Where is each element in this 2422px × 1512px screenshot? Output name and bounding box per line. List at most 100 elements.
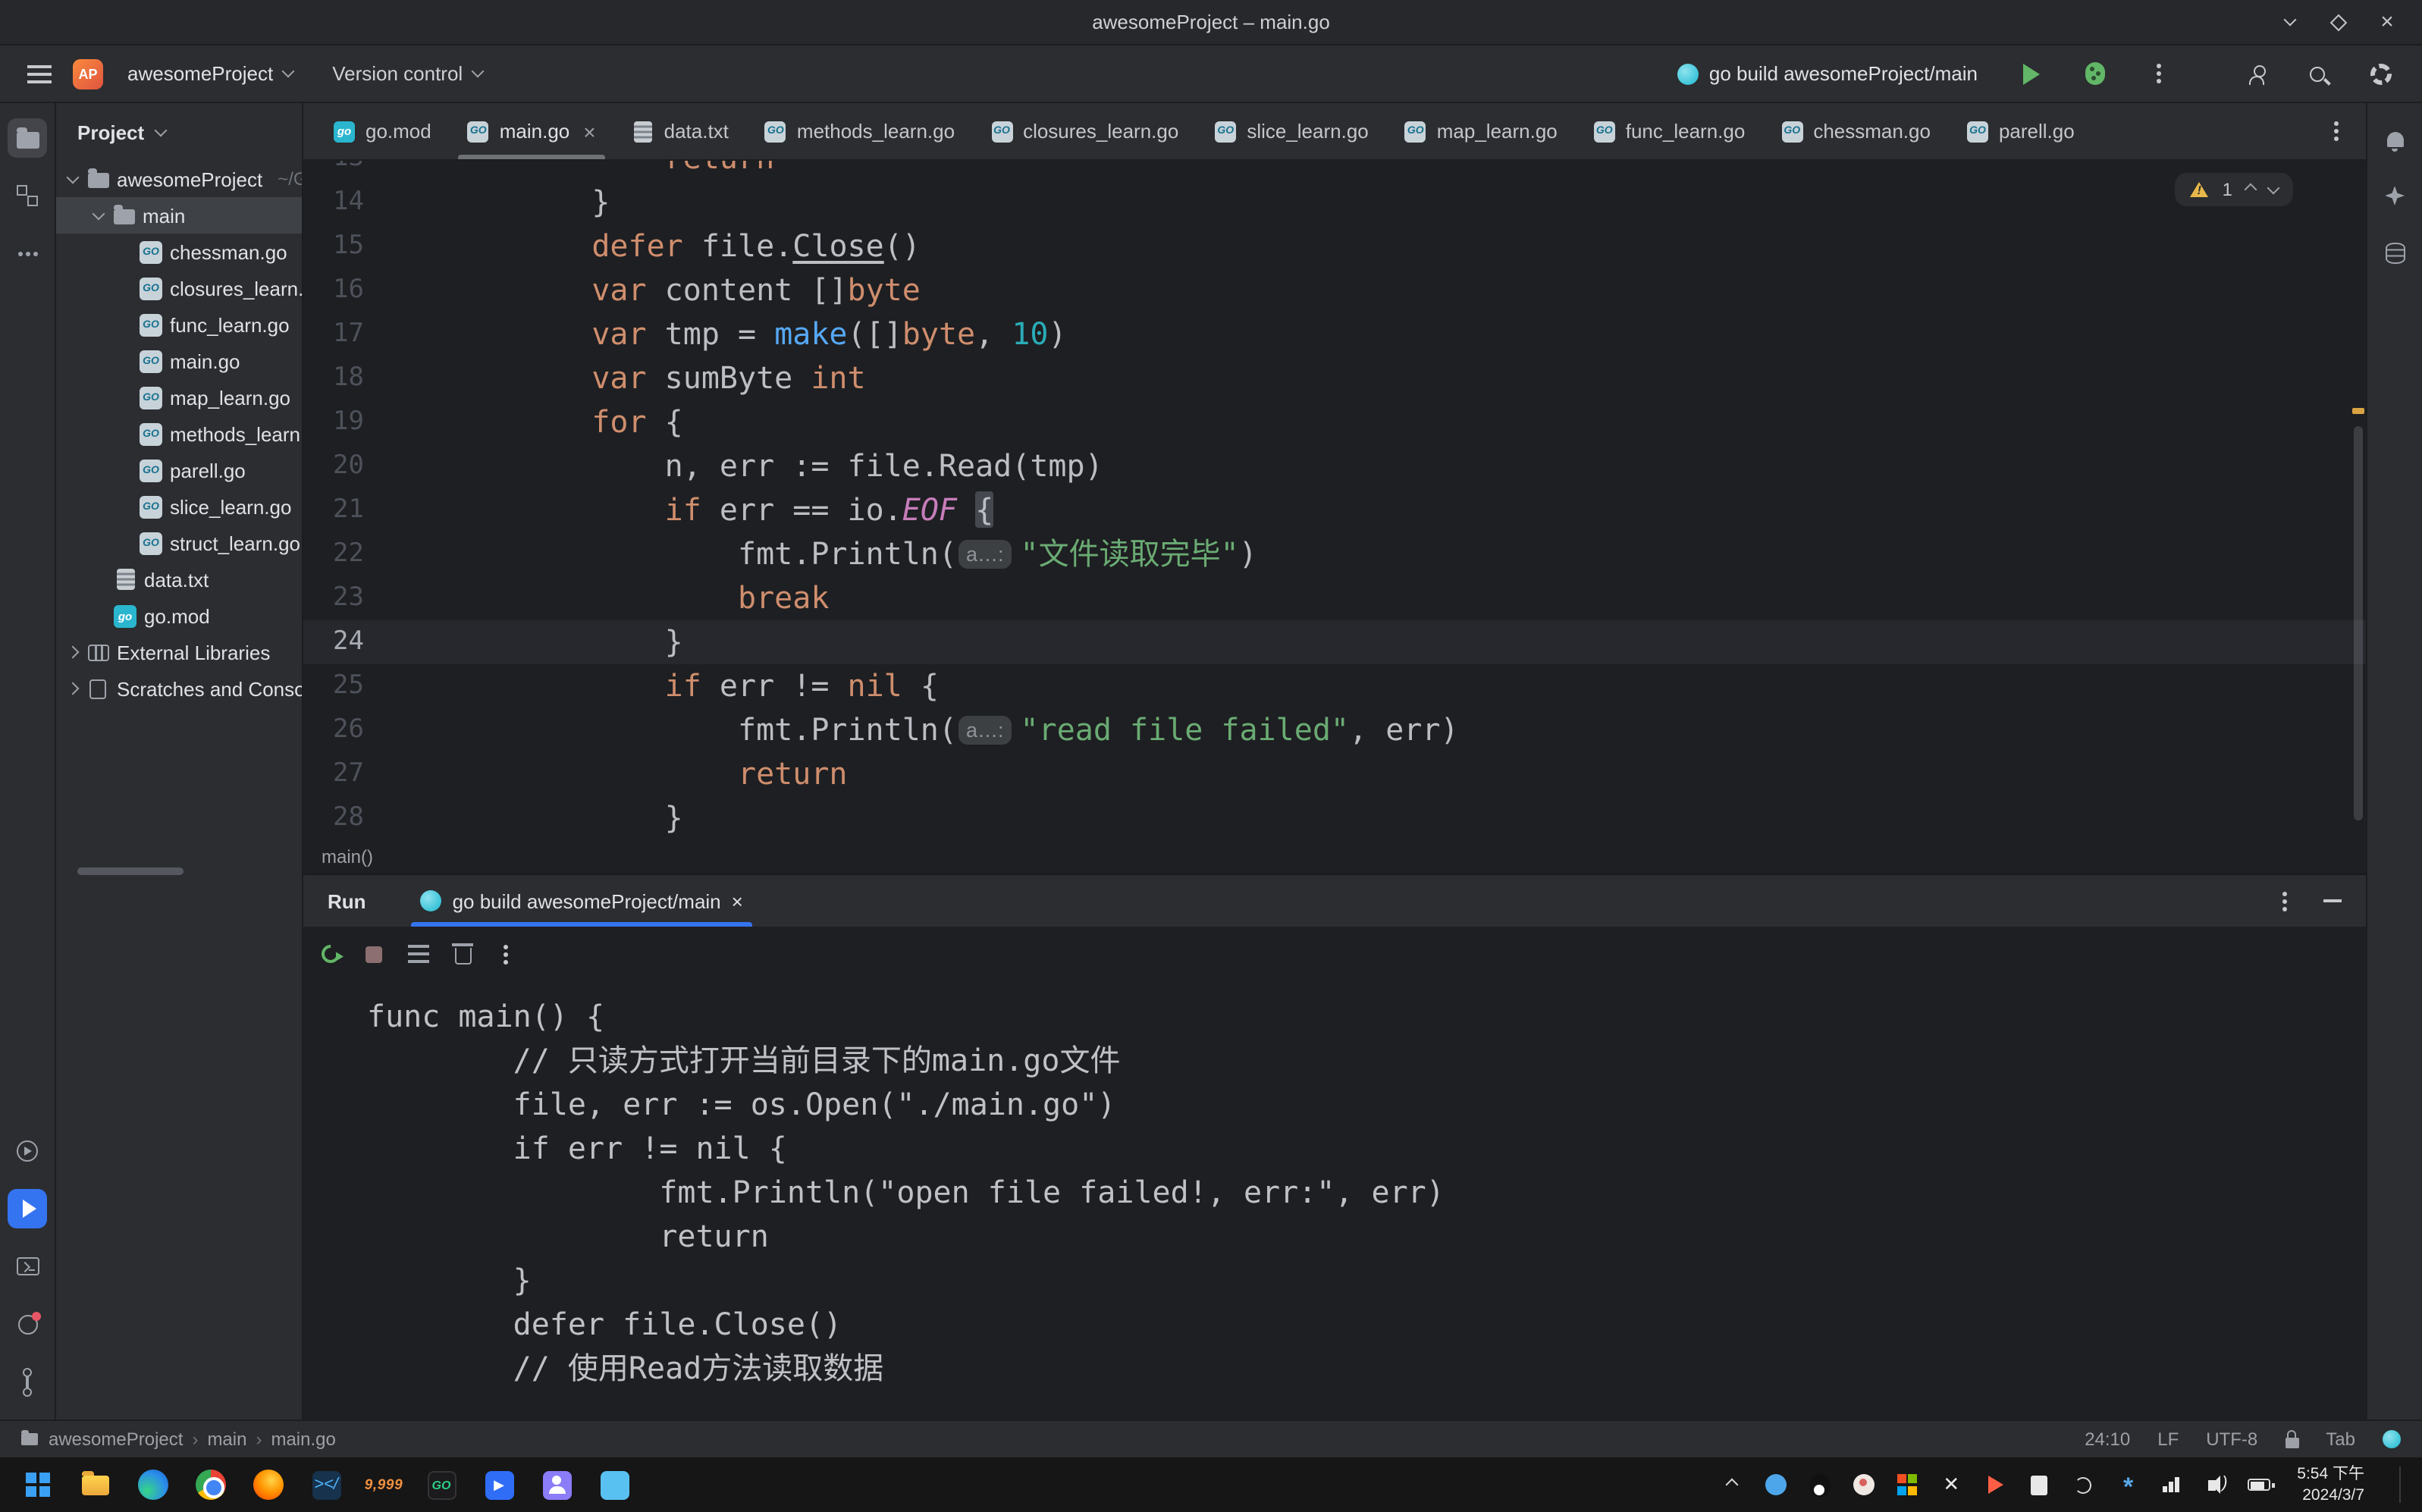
- line-number[interactable]: 21: [303, 488, 364, 532]
- project-tool-button[interactable]: [8, 118, 47, 158]
- line-number[interactable]: 25: [303, 664, 364, 708]
- services-tool-button[interactable]: [8, 1131, 47, 1171]
- chevron-right-icon[interactable]: [66, 645, 80, 659]
- inspections-widget[interactable]: 1: [2175, 173, 2293, 206]
- run-tab[interactable]: go build awesomeProject/main ×: [406, 875, 758, 927]
- main-menu-icon[interactable]: [27, 72, 52, 75]
- taskbar-app-edge[interactable]: [124, 1457, 182, 1512]
- stop-button[interactable]: [365, 946, 382, 962]
- more-actions-button[interactable]: [2138, 65, 2179, 82]
- chevron-down-icon[interactable]: [66, 170, 80, 184]
- project-panel-header[interactable]: Project: [56, 103, 302, 161]
- editor-tab-func-learn-go[interactable]: GO func_learn.go: [1576, 103, 1764, 159]
- terminal-tool-button[interactable]: [8, 1247, 47, 1286]
- line-number[interactable]: 23: [303, 576, 364, 620]
- taskbar-clock[interactable]: 5:54 下午 2024/3/7: [2297, 1463, 2364, 1507]
- window-close-button[interactable]: ×: [2370, 5, 2404, 39]
- kebab-icon[interactable]: [2282, 899, 2287, 903]
- version-control-tool-button[interactable]: [8, 1362, 47, 1401]
- search-everywhere-button[interactable]: [2298, 60, 2337, 87]
- kebab-icon[interactable]: [504, 952, 508, 956]
- chevron-down-icon[interactable]: [2267, 180, 2280, 194]
- soft-wrap-button[interactable]: [408, 945, 429, 948]
- line-number[interactable]: 17: [303, 312, 364, 356]
- editor-breadcrumbs[interactable]: main(): [303, 840, 2366, 874]
- tree-item-closures-learn-go[interactable]: GO closures_learn.go: [56, 270, 302, 306]
- taskbar-app-app-blue[interactable]: [585, 1457, 643, 1512]
- editor-tab-slice-learn-go[interactable]: GO slice_learn.go: [1197, 103, 1386, 159]
- tray-contact-icon[interactable]: [1851, 1473, 1875, 1497]
- clear-output-button[interactable]: [452, 943, 473, 965]
- line-number[interactable]: 14: [303, 180, 364, 224]
- tree-item-data-txt[interactable]: data.txt: [56, 561, 302, 598]
- taskbar-app-goland[interactable]: GO: [413, 1457, 470, 1512]
- tree-item-parell-go[interactable]: GO parell.go: [56, 452, 302, 488]
- taskbar-app-start[interactable]: [9, 1457, 67, 1512]
- tray-sync-icon[interactable]: [2071, 1473, 2095, 1497]
- line-number[interactable]: 27: [303, 752, 364, 796]
- taskbar-app-vscode[interactable]: ></: [297, 1457, 355, 1512]
- taskbar-app-firefox[interactable]: [240, 1457, 297, 1512]
- settings-button[interactable]: [2358, 57, 2404, 90]
- run-tool-button[interactable]: [8, 1189, 47, 1228]
- line-ending[interactable]: LF: [2157, 1429, 2179, 1450]
- tray-chev-up-icon[interactable]: [1719, 1473, 1743, 1497]
- tree-item-awesomeproject[interactable]: awesomeProject ~/Gola: [56, 161, 302, 197]
- rerun-button[interactable]: [318, 941, 344, 967]
- editor-tab-parell-go[interactable]: GO parell.go: [1949, 103, 2093, 159]
- editor-viewport[interactable]: 13 return14 }15 defer file.Close()16 var…: [303, 161, 2366, 840]
- lock-icon[interactable]: [2285, 1429, 2299, 1448]
- editor-tab-data-txt[interactable]: data.txt: [614, 103, 747, 159]
- tab-list-icon[interactable]: [2334, 129, 2339, 133]
- tray-vol-icon[interactable]: [2203, 1473, 2228, 1497]
- chevron-up-icon[interactable]: [2244, 183, 2257, 196]
- tree-item-external-libraries[interactable]: External Libraries: [56, 634, 302, 670]
- line-number[interactable]: 22: [303, 532, 364, 576]
- statusbar-crumb-project[interactable]: awesomeProject: [49, 1429, 183, 1450]
- tree-item-main-go[interactable]: GO main.go: [56, 343, 302, 379]
- tree-item-map-learn-go[interactable]: GO map_learn.go: [56, 379, 302, 416]
- line-number[interactable]: 18: [303, 356, 364, 400]
- run-configuration-select[interactable]: go build awesomeProject/main: [1665, 58, 1990, 89]
- window-minimize-button[interactable]: [2273, 5, 2307, 39]
- editor-tab-closures-learn-go[interactable]: GO closures_learn.go: [973, 103, 1197, 159]
- editor-tab-main-go[interactable]: GO main.go ×: [450, 103, 614, 159]
- tree-item-func-learn-go[interactable]: GO func_learn.go: [56, 306, 302, 343]
- caret-position[interactable]: 24:10: [2085, 1429, 2130, 1450]
- project-hscrollbar[interactable]: [77, 867, 184, 875]
- code-with-me-button[interactable]: [2237, 56, 2276, 91]
- tray-star-icon[interactable]: *: [2115, 1473, 2139, 1501]
- editor-tab-go-mod[interactable]: go go.mod: [315, 103, 450, 159]
- window-maximize-button[interactable]: [2322, 5, 2355, 39]
- tree-item-struct-learn-go[interactable]: GO struct_learn.go: [56, 525, 302, 561]
- editor-tab-map-learn-go[interactable]: GO map_learn.go: [1387, 103, 1576, 159]
- close-icon[interactable]: ×: [583, 119, 595, 143]
- debug-button[interactable]: [2073, 56, 2117, 91]
- taskbar-app-media[interactable]: ▶: [470, 1457, 528, 1512]
- file-encoding[interactable]: UTF-8: [2206, 1429, 2257, 1450]
- statusbar-crumb-file[interactable]: main.go: [271, 1429, 335, 1450]
- tray-clip-icon[interactable]: [2027, 1473, 2051, 1497]
- tree-item-scratches-and-consoles[interactable]: Scratches and Consoles: [56, 670, 302, 707]
- taskbar-app-explorer[interactable]: [67, 1457, 124, 1512]
- tree-item-slice-learn-go[interactable]: GO slice_learn.go: [56, 488, 302, 525]
- tray-msg-icon[interactable]: [1763, 1473, 1787, 1497]
- commit-tool-button[interactable]: [8, 176, 47, 215]
- notifications-button[interactable]: [2375, 118, 2414, 158]
- line-number[interactable]: 15: [303, 224, 364, 268]
- editor-vscrollbar[interactable]: [2354, 426, 2363, 820]
- more-tool-windows-button[interactable]: [8, 234, 47, 273]
- run-button[interactable]: [2011, 57, 2052, 90]
- database-tool-button[interactable]: [2375, 234, 2414, 273]
- tray-xbox-icon[interactable]: ✕: [1939, 1473, 1963, 1497]
- line-number[interactable]: 19: [303, 400, 364, 444]
- tray-store-icon[interactable]: [1895, 1473, 1919, 1497]
- statusbar-crumb-folder[interactable]: main: [207, 1429, 246, 1450]
- taskbar-app-stocks[interactable]: 9,999: [355, 1457, 413, 1512]
- editor-tab-methods-learn-go[interactable]: GO methods_learn.go: [747, 103, 973, 159]
- line-number[interactable]: 28: [303, 796, 364, 840]
- run-console[interactable]: func main() { // 只读方式打开当前目录下的main.go文件 f…: [303, 981, 2366, 1419]
- problems-tool-button[interactable]: [8, 1304, 47, 1344]
- line-number[interactable]: 13: [303, 161, 364, 180]
- taskbar-app-chrome[interactable]: [182, 1457, 240, 1512]
